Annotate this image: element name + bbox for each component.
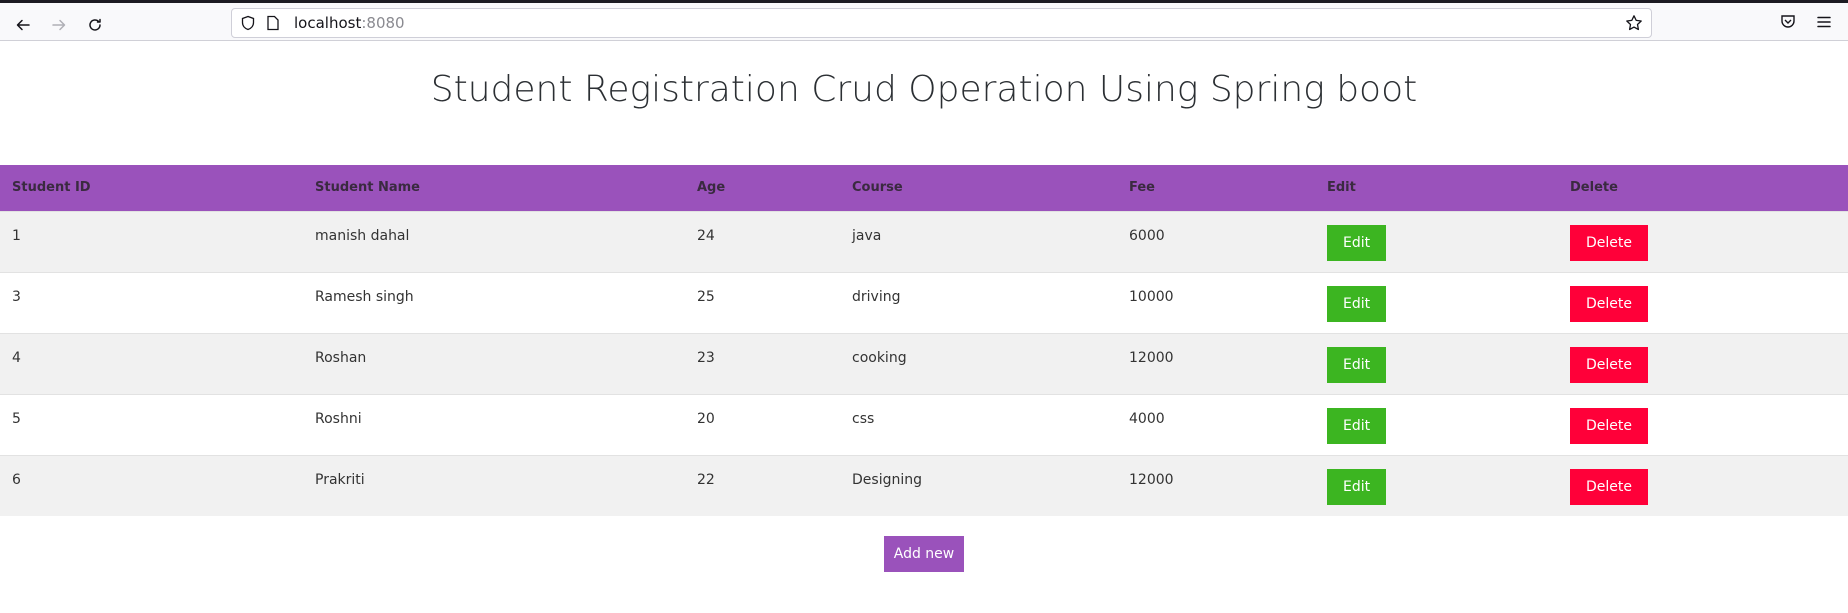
cell-edit: Edit	[1315, 210, 1558, 272]
cell-age: 25	[685, 271, 840, 333]
cell-student-id: 1	[0, 210, 303, 272]
cell-fee: 12000	[1117, 454, 1315, 516]
edit-button[interactable]: Edit	[1327, 224, 1387, 261]
cell-edit: Edit	[1315, 271, 1558, 333]
url-text[interactable]: localhost:8080	[294, 14, 405, 32]
cell-delete: Delete	[1558, 210, 1848, 272]
header-edit: Edit	[1327, 180, 1356, 196]
page-title: Student Registration Crud Operation Usin…	[430, 69, 1418, 110]
table-row: 1 manish dahal 24 java 6000 Edit Delete	[0, 210, 1848, 272]
cell-fee: 4000	[1117, 393, 1315, 455]
reload-icon	[89, 18, 101, 31]
delete-button[interactable]: Delete	[1570, 468, 1648, 505]
cell-age: 23	[685, 332, 840, 394]
header-student-id: Student ID	[12, 180, 91, 196]
delete-button[interactable]: Delete	[1570, 407, 1648, 444]
table-row: 3 Ramesh singh 25 driving 10000 Edit Del…	[0, 271, 1848, 333]
edit-button[interactable]: Edit	[1327, 468, 1387, 505]
cell-course: css	[840, 393, 1117, 455]
header-age: Age	[697, 180, 726, 196]
header-course: Course	[852, 180, 903, 196]
cell-course: Designing	[840, 454, 1117, 516]
cell-age: 24	[685, 210, 840, 272]
cell-student-id: 5	[0, 393, 303, 455]
menu-icon[interactable]	[1815, 13, 1833, 31]
cell-student-name: manish dahal	[303, 210, 685, 272]
delete-button[interactable]: Delete	[1570, 285, 1648, 322]
page-icon[interactable]	[266, 15, 280, 31]
browser-toolbar: localhost:8080	[0, 0, 1848, 41]
arrow-left-icon	[16, 19, 30, 31]
url-host: localhost	[294, 14, 362, 32]
cell-student-id: 3	[0, 271, 303, 333]
cell-student-name: Roshni	[303, 393, 685, 455]
cell-fee: 12000	[1117, 332, 1315, 394]
back-button[interactable]	[9, 11, 37, 39]
url-port: :8080	[361, 14, 405, 32]
cell-course: cooking	[840, 332, 1117, 394]
cell-student-id: 6	[0, 454, 303, 516]
cell-course: driving	[840, 271, 1117, 333]
address-bar[interactable]: localhost:8080	[231, 8, 1652, 38]
cell-course: java	[840, 210, 1117, 272]
cell-student-name: Prakriti	[303, 454, 685, 516]
cell-edit: Edit	[1315, 454, 1558, 516]
cell-fee: 10000	[1117, 271, 1315, 333]
header-fee: Fee	[1129, 180, 1155, 196]
delete-button[interactable]: Delete	[1570, 224, 1648, 261]
cell-delete: Delete	[1558, 393, 1848, 455]
cell-edit: Edit	[1315, 332, 1558, 394]
cell-edit: Edit	[1315, 393, 1558, 455]
pocket-icon[interactable]	[1779, 13, 1797, 31]
edit-button[interactable]: Edit	[1327, 285, 1387, 322]
edit-button[interactable]: Edit	[1327, 407, 1387, 444]
table-row: 6 Prakriti 22 Designing 12000 Edit Delet…	[0, 454, 1848, 516]
table-row: 5 Roshni 20 css 4000 Edit Delete	[0, 393, 1848, 455]
delete-button[interactable]: Delete	[1570, 346, 1648, 383]
cell-delete: Delete	[1558, 454, 1848, 516]
forward-button[interactable]	[45, 11, 73, 39]
edit-button[interactable]: Edit	[1327, 346, 1387, 383]
cell-delete: Delete	[1558, 271, 1848, 333]
shield-icon[interactable]	[240, 15, 256, 31]
cell-student-name: Roshan	[303, 332, 685, 394]
add-new-button[interactable]: Add new	[884, 536, 964, 572]
cell-student-name: Ramesh singh	[303, 271, 685, 333]
star-icon[interactable]	[1625, 14, 1643, 32]
table-row: 4 Roshan 23 cooking 12000 Edit Delete	[0, 332, 1848, 394]
cell-age: 22	[685, 454, 840, 516]
table-header-row: Student ID Student Name Age Course Fee E…	[0, 165, 1848, 211]
cell-delete: Delete	[1558, 332, 1848, 394]
cell-fee: 6000	[1117, 210, 1315, 272]
students-table: Student ID Student Name Age Course Fee E…	[0, 165, 1848, 516]
header-student-name: Student Name	[315, 180, 420, 196]
cell-student-id: 4	[0, 332, 303, 394]
header-delete: Delete	[1570, 180, 1618, 196]
arrow-right-icon	[52, 19, 66, 31]
reload-button[interactable]	[81, 11, 109, 39]
cell-age: 20	[685, 393, 840, 455]
